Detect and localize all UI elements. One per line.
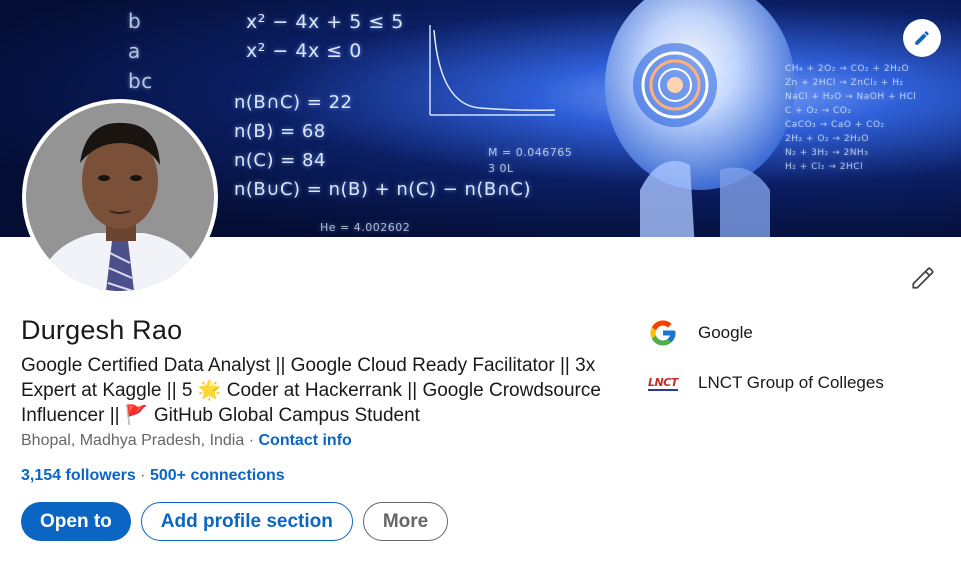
banner-equations: x² − 4x + 5 ≤ 5 x² − 4x ≤ 0	[246, 11, 404, 62]
profile-actions: Open to Add profile section More	[21, 502, 449, 541]
robot-head-image	[605, 0, 795, 237]
location-text: Bhopal, Madhya Pradesh, India	[21, 432, 245, 449]
contact-info-link[interactable]: Contact info	[258, 432, 351, 449]
headline-text: GitHub Global Campus Student	[148, 405, 420, 426]
separator: ·	[140, 467, 150, 484]
banner-graph	[429, 25, 556, 116]
banner-small-marks: M = 0.046765 3 0L	[488, 146, 573, 175]
pencil-icon	[915, 31, 929, 45]
org-name: LNCT Group of Colleges	[698, 373, 884, 392]
profile-headline: Google Certified Data Analyst || Google …	[21, 353, 631, 428]
add-profile-section-button[interactable]: Add profile section	[140, 502, 353, 541]
red-flag-icon: 🚩	[124, 404, 149, 426]
more-button[interactable]: More	[362, 502, 449, 541]
profile-photo[interactable]	[22, 99, 218, 295]
location-line: Bhopal, Madhya Pradesh, India · Contact …	[21, 432, 352, 450]
banner-small-mark: He = 4.002602	[320, 221, 411, 234]
connections-link[interactable]: 500+ connections	[150, 467, 285, 484]
banner-chem-formulas: CH₄ + 2O₂ → CO₂ + 2H₂O Zn + 2HCl → ZnCl₂…	[785, 64, 917, 172]
avatar	[26, 103, 214, 291]
glowing-star-icon: 🌟	[197, 379, 222, 401]
lnct-logo-icon: LNCT	[648, 375, 678, 391]
org-name: Google	[698, 323, 753, 342]
org-item-google[interactable]: Google	[648, 315, 884, 351]
person-photo	[26, 103, 214, 291]
network-line: 3,154 followers · 500+ connections	[21, 467, 285, 485]
edit-banner-button[interactable]	[903, 19, 941, 57]
organization-list: Google LNCT LNCT Group of Colleges	[648, 315, 884, 415]
org-item-lnct[interactable]: LNCT LNCT Group of Colleges	[648, 365, 884, 401]
edit-intro-button[interactable]	[903, 258, 943, 298]
google-logo-icon	[648, 315, 688, 351]
open-to-button[interactable]: Open to	[21, 502, 131, 541]
profile-name: Durgesh Rao	[21, 315, 183, 345]
separator: ·	[244, 432, 259, 449]
followers-link[interactable]: 3,154 followers	[21, 467, 136, 484]
pencil-icon	[912, 267, 934, 289]
